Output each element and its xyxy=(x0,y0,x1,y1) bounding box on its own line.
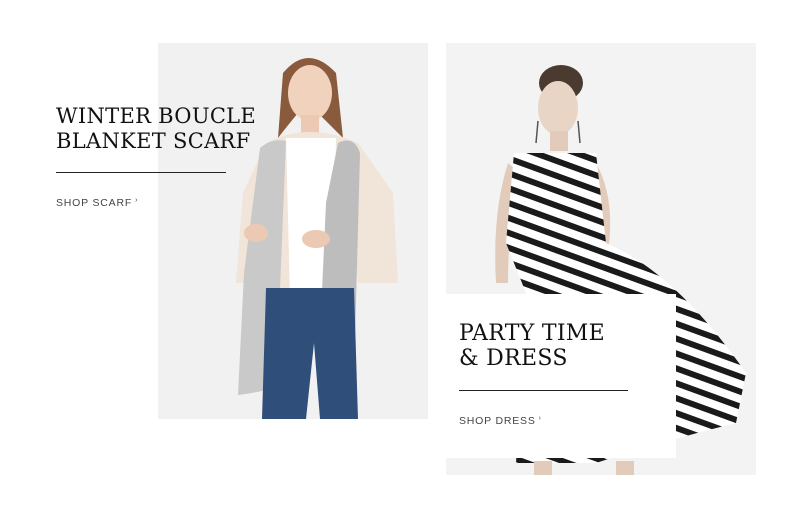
promo-title-dress: PARTY TIME & DRESS xyxy=(459,321,605,371)
promo-image-scarf[interactable] xyxy=(158,43,428,419)
promo-card-dress xyxy=(446,294,676,458)
model-wearing-scarf-photo xyxy=(158,43,428,419)
divider xyxy=(56,172,226,173)
shop-scarf-label: SHOP SCARF xyxy=(56,197,133,209)
promo-title-scarf: WINTER BOUCLE BLANKET SCARF xyxy=(56,104,256,154)
promo-title-line: BLANKET SCARF xyxy=(56,129,251,153)
chevron-right-icon: › xyxy=(135,197,139,204)
shop-scarf-link[interactable]: SHOP SCARF › xyxy=(56,197,138,209)
shop-dress-link[interactable]: SHOP DRESS › xyxy=(459,415,542,427)
promo-title-line: & DRESS xyxy=(459,346,568,371)
divider xyxy=(459,390,628,391)
shop-dress-label: SHOP DRESS xyxy=(459,415,536,427)
promo-title-line: PARTY TIME xyxy=(459,321,605,346)
chevron-right-icon: › xyxy=(538,415,542,422)
promo-title-line: WINTER BOUCLE xyxy=(56,104,257,128)
